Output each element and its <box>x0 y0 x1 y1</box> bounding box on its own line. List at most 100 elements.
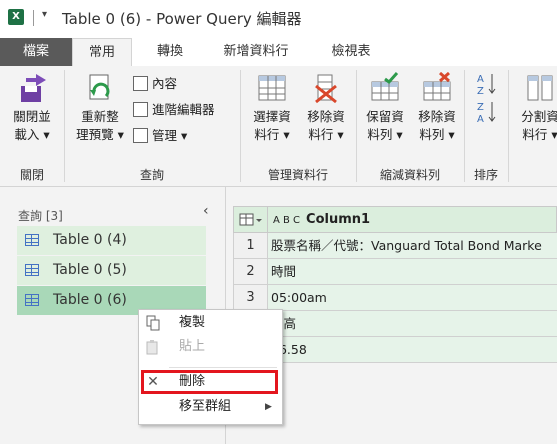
sort-descending-icon: Z A <box>477 102 496 125</box>
tab-view[interactable]: 檢視表 <box>316 38 386 66</box>
reduce-rows-group: 保留資 料列 ▾ 移除資 料列 ▾ 縮減資料列 <box>357 66 463 186</box>
refresh-label-2: 理預覽 ▾ <box>76 127 124 142</box>
split-column-label-1: 分割資 <box>521 109 557 124</box>
split-group: 分割資 料行 ▾ <box>509 66 557 186</box>
advanced-editor-icon <box>133 102 148 117</box>
paste-label: 貼上 <box>179 339 206 354</box>
choose-columns-icon <box>256 72 288 104</box>
split-column-label-2: 料行 ▾ <box>522 127 557 142</box>
manage-columns-group: 選擇資 料行 ▾ 移除資 料行 ▾ 管理資料行 <box>241 66 355 186</box>
copy-label: 複製 <box>179 315 206 330</box>
reduce-rows-group-label: 縮減資料列 <box>379 168 440 182</box>
excel-app-icon: X <box>8 9 24 25</box>
title-bar: X ▾ Table 0 (6) - Power Query 編輯器 <box>0 0 557 39</box>
query-item[interactable]: Table 0 (4) <box>17 226 206 255</box>
choose-columns-label-1: 選擇資 <box>253 109 291 124</box>
sort-group: A Z Z A 排序 <box>465 66 507 186</box>
svg-text:Z: Z <box>477 102 484 113</box>
sort-ascending-icon: A Z <box>477 74 496 97</box>
query-item-label: Table 0 (4) <box>53 232 127 248</box>
refresh-icon <box>84 72 116 104</box>
title-separator <box>33 10 34 26</box>
advanced-editor-button[interactable]: 進階編輯器 <box>133 100 215 120</box>
row-number: 1 <box>233 233 268 259</box>
keep-rows-label-2: 料列 ▾ <box>367 127 403 142</box>
quick-access-dropdown-icon[interactable]: ▾ <box>42 9 47 20</box>
keep-rows-icon <box>369 72 401 104</box>
queries-header: 查詢 [3] <box>18 209 63 223</box>
refresh-preview-button[interactable]: 重新整 理預覽 ▾ <box>69 72 131 144</box>
copy-icon <box>145 315 161 331</box>
window-title: Table 0 (6) - Power Query 編輯器 <box>62 10 302 28</box>
keep-rows-label-1: 保留資 <box>366 109 404 124</box>
manage-columns-group-label: 管理資料行 <box>267 168 328 182</box>
split-column-button[interactable]: 分割資 料行 ▾ <box>511 72 557 144</box>
collapse-pane-icon[interactable]: ‹ <box>203 203 209 219</box>
sort-descending-button[interactable]: Z A <box>477 100 499 125</box>
context-menu: 複製 貼上 ✕ 刪除 移至群組 ▶ <box>138 309 283 425</box>
ribbon: 關閉並 載入 ▾ 關閉 重新整 理預覽 ▾ 內容 進階編輯器 管理 ▾ 查詢 選… <box>0 66 557 187</box>
remove-columns-button[interactable]: 移除資 料行 ▾ <box>299 72 353 144</box>
table-cell[interactable]: 76.58 <box>268 337 557 363</box>
close-group-label: 關閉 <box>19 168 44 182</box>
remove-rows-label-2: 料列 ▾ <box>419 127 455 142</box>
tab-file[interactable]: 檔案 <box>0 38 72 66</box>
properties-button[interactable]: 內容 <box>133 74 177 94</box>
row-number: 3 <box>233 285 268 311</box>
tab-add-column[interactable]: 新增資料行 <box>208 38 304 66</box>
close-load-button[interactable]: 關閉並 載入 ▾ <box>6 72 58 144</box>
type-glyph: A B C <box>273 215 301 226</box>
sort-group-label: 排序 <box>473 168 498 182</box>
table-icon <box>25 264 39 276</box>
move-to-group-label: 移至群組 <box>179 399 232 414</box>
text-type-icon[interactable]: A B C <box>273 215 300 226</box>
split-column-icon <box>524 72 556 104</box>
copy-menu-item[interactable]: 複製 <box>139 312 280 334</box>
table-cell[interactable]: 時間 <box>268 259 557 285</box>
delete-highlight-box <box>141 370 278 394</box>
row-number: 2 <box>233 259 268 285</box>
table-menu-icon <box>239 213 262 226</box>
refresh-label-1: 重新整 <box>81 109 119 124</box>
table-menu-button[interactable] <box>233 206 268 233</box>
svg-text:A: A <box>477 114 484 124</box>
move-to-group-menu-item[interactable]: 移至群組 ▶ <box>139 396 280 418</box>
query-group: 重新整 理預覽 ▾ 內容 進階編輯器 管理 ▾ 查詢 <box>65 66 239 186</box>
svg-text:Z: Z <box>477 86 484 96</box>
table-cell[interactable]: 股票名稱／代號：Vanguard Total Bond Marke <box>268 233 557 259</box>
manage-icon <box>133 128 148 143</box>
sort-ascending-button[interactable]: A Z <box>477 72 499 97</box>
query-group-label: 查詢 <box>139 168 164 182</box>
column-header-column1[interactable]: A B C Column1 <box>268 206 557 233</box>
remove-columns-icon <box>310 72 342 104</box>
tab-home[interactable]: 常用 <box>72 38 132 66</box>
submenu-arrow-icon: ▶ <box>265 402 272 412</box>
query-item-label: Table 0 (6) <box>53 292 127 308</box>
menu-separator <box>169 367 277 368</box>
choose-columns-label-2: 料行 ▾ <box>254 127 290 142</box>
query-item[interactable]: Table 0 (5) <box>17 256 206 285</box>
paste-menu-item[interactable]: 貼上 <box>139 336 280 358</box>
advanced-editor-label: 進階編輯器 <box>152 102 215 117</box>
column-header-label: Column1 <box>306 212 371 227</box>
table-icon <box>25 234 39 246</box>
remove-rows-label-1: 移除資 <box>418 109 456 124</box>
close-load-label-1: 關閉並 <box>13 109 51 124</box>
table-cell[interactable]: 05:00am <box>268 285 557 311</box>
tab-transform[interactable]: 轉換 <box>140 38 200 66</box>
properties-label: 內容 <box>152 76 178 91</box>
keep-rows-button[interactable]: 保留資 料列 ▾ <box>359 72 411 144</box>
paste-icon <box>145 339 161 355</box>
close-group: 關閉並 載入 ▾ 關閉 <box>0 66 64 186</box>
manage-button[interactable]: 管理 ▾ <box>133 126 187 146</box>
ribbon-tabs: 檔案 常用 轉換 新增資料行 檢視表 <box>0 38 557 66</box>
choose-columns-button[interactable]: 選擇資 料行 ▾ <box>245 72 299 144</box>
manage-label: 管理 ▾ <box>152 128 188 143</box>
properties-icon <box>133 76 148 91</box>
svg-text:A: A <box>477 74 484 85</box>
remove-columns-label-1: 移除資 <box>307 109 345 124</box>
close-load-label-2: 載入 ▾ <box>14 127 50 142</box>
table-cell[interactable]: 最高 <box>268 311 557 337</box>
remove-rows-icon <box>421 71 453 104</box>
remove-rows-button[interactable]: 移除資 料列 ▾ <box>411 71 463 144</box>
